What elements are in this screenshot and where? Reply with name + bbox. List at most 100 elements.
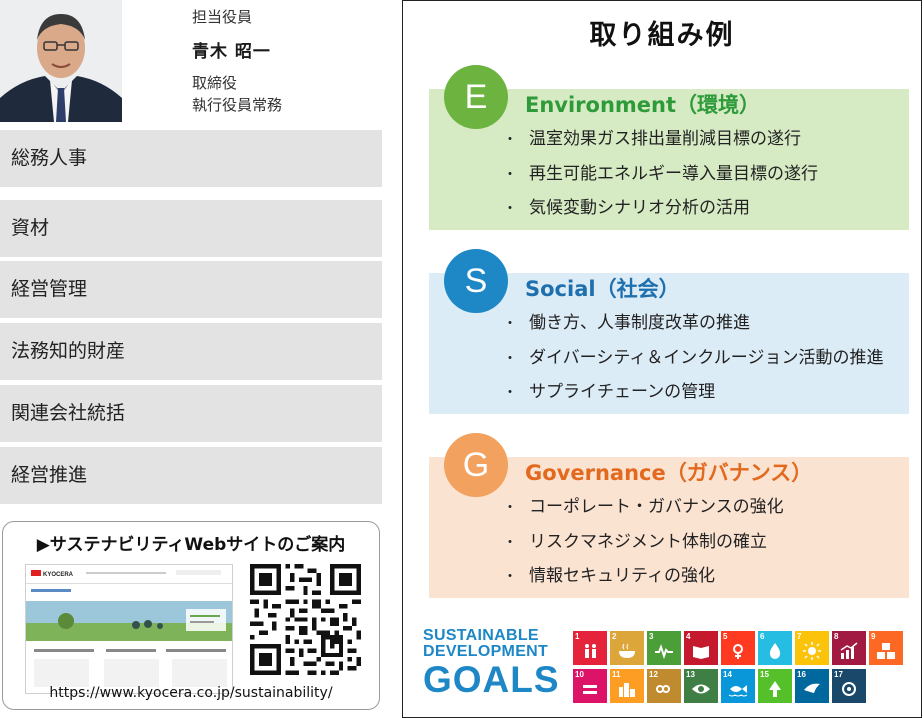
- department-item: 関連会社統括: [0, 385, 382, 442]
- sdg-goal-12-tile: 12: [647, 669, 681, 703]
- sdg-goal-number: 4: [686, 632, 691, 641]
- bullet: ・: [503, 201, 517, 217]
- sdg-goal-16-tile: 16: [795, 669, 829, 703]
- sdgs-goal-grid: 1 2 3 4 5 6 7 8 9 10 11 12 13 14 15 16 17: [573, 631, 903, 703]
- environment-section: E Environment（環境） ・温室効果ガス排出量削減目標の遂行 ・再生可…: [429, 65, 909, 230]
- item-text: ダイバーシティ＆インクルージョン活動の推進: [529, 347, 884, 368]
- executive-role-label: 担当役員: [192, 8, 253, 26]
- item-text: サプライチェーンの管理: [529, 382, 716, 402]
- governance-heading: Governance（ガバナンス）: [525, 461, 813, 485]
- list-item: ・コーポレート・ガバナンスの強化: [503, 491, 784, 526]
- list-item: ・情報セキュリティの強化: [503, 560, 784, 595]
- initiatives-panel: 取り組み例 E Environment（環境） ・温室効果ガス排出量削減目標の遂…: [402, 0, 922, 718]
- sdgs-logo: SUSTAINABLE DEVELOPMENT GOALS: [423, 627, 560, 700]
- sdg-goal-number: 6: [760, 632, 765, 641]
- environment-item-list: ・温室効果ガス排出量削減目標の遂行 ・再生可能エネルギー導入量目標の遂行 ・気候…: [503, 123, 818, 227]
- sdg-goal-number: 16: [797, 670, 806, 679]
- sdg-goal-number: 7: [797, 632, 802, 641]
- environment-letter-badge: E: [444, 65, 508, 129]
- bullet: ・: [503, 132, 517, 148]
- bullet: ・: [503, 350, 517, 367]
- social-item-list: ・働き方、人事制度改革の推進 ・ダイバーシティ＆インクルージョン活動の推進 ・サ…: [503, 307, 883, 411]
- sdg-goal-3-tile: 3: [647, 631, 681, 665]
- executive-portrait-image: [0, 0, 122, 122]
- executive-titles: 取締役 執行役員常務: [192, 72, 282, 116]
- website-url-link[interactable]: https://www.kyocera.co.jp/sustainability…: [3, 685, 379, 701]
- sdg-goal-6-tile: 6: [758, 631, 792, 665]
- bullet: ・: [503, 569, 517, 585]
- social-heading: Social（社会）: [525, 277, 680, 301]
- governance-section: G Governance（ガバナンス） ・コーポレート・ガバナンスの強化 ・リス…: [429, 433, 909, 598]
- sdg-goal-number: 5: [723, 632, 728, 641]
- website-guide-heading: ▶サステナビリティWebサイトのご案内: [36, 535, 346, 555]
- sdg-goal-number: 15: [760, 670, 769, 679]
- list-item: ・働き方、人事制度改革の推進: [503, 307, 883, 342]
- sdgs-logo-line: GOALS: [423, 659, 560, 700]
- sdg-goal-9-tile: 9: [869, 631, 903, 665]
- sdg-goal-11-tile: 11: [610, 669, 644, 703]
- bullet: ・: [503, 500, 517, 516]
- sdg-goal-7-tile: 7: [795, 631, 829, 665]
- list-item: ・気候変動シナリオ分析の活用: [503, 192, 818, 227]
- bullet: ・: [503, 385, 517, 401]
- sdg-goal-number: 14: [723, 670, 732, 679]
- department-item: 経営推進: [0, 447, 382, 504]
- executive-photo: [0, 0, 122, 122]
- sdg-goal-2-tile: 2: [610, 631, 644, 665]
- executive-title: 取締役: [192, 74, 238, 92]
- list-item: ・温室効果ガス排出量削減目標の遂行: [503, 123, 818, 158]
- item-text: リスクマネジメント体制の確立: [529, 531, 767, 552]
- thumbnail-brand: KYOCERA: [43, 572, 74, 578]
- bullet: ・: [503, 166, 517, 183]
- sdg-goal-number: 11: [612, 670, 621, 679]
- executive-name: 青木 昭一: [192, 42, 271, 62]
- sdg-goal-number: 8: [834, 632, 839, 641]
- list-item: ・リスクマネジメント体制の確立: [503, 526, 784, 561]
- sdg-goal-number: 3: [649, 632, 654, 641]
- item-text: 再生可能エネルギー導入量目標の遂行: [529, 163, 818, 184]
- governance-item-list: ・コーポレート・ガバナンスの強化 ・リスクマネジメント体制の確立 ・情報セキュリ…: [503, 491, 784, 595]
- website-thumbnail[interactable]: KYOCERA: [25, 564, 233, 694]
- department-item: 資材: [0, 200, 382, 257]
- sdg-goal-1-tile: 1: [573, 631, 607, 665]
- governance-letter-badge: G: [444, 433, 508, 497]
- sdg-goal-14-tile: 14: [721, 669, 755, 703]
- sdg-goal-number: 17: [834, 670, 843, 679]
- sdg-goal-15-tile: 15: [758, 669, 792, 703]
- department-item: 経営管理: [0, 261, 382, 318]
- environment-heading: Environment（環境）: [525, 93, 761, 117]
- website-guide-box: ▶サステナビリティWebサイトのご案内 KYOCERA https://www.…: [2, 521, 380, 710]
- sdg-goal-17-tile: 17: [832, 669, 866, 703]
- sdg-goal-5-tile: 5: [721, 631, 755, 665]
- item-text: 気候変動シナリオ分析の活用: [529, 198, 750, 218]
- sdg-goal-number: 1: [575, 632, 580, 641]
- sdg-goal-number: 10: [575, 670, 584, 679]
- department-item: 総務人事: [0, 130, 382, 187]
- item-text: 温室効果ガス排出量削減目標の遂行: [529, 129, 801, 149]
- sdg-goal-4-tile: 4: [684, 631, 718, 665]
- sdgs-logo-line: SUSTAINABLE: [423, 627, 539, 644]
- sdgs-logo-line: DEVELOPMENT: [423, 643, 549, 660]
- sdg-goal-number: 2: [612, 632, 617, 641]
- panel-title: 取り組み例: [589, 20, 735, 51]
- sdg-goal-13-tile: 13: [684, 669, 718, 703]
- qr-code-icon[interactable]: [250, 564, 361, 675]
- sdg-goal-10-tile: 10: [573, 669, 607, 703]
- item-text: コーポレート・ガバナンスの強化: [529, 497, 784, 517]
- sdg-goal-number: 12: [649, 670, 658, 679]
- social-section: S Social（社会） ・働き方、人事制度改革の推進 ・ダイバーシティ＆インク…: [429, 249, 909, 414]
- list-item: ・ダイバーシティ＆インクルージョン活動の推進: [503, 342, 883, 377]
- item-text: 働き方、人事制度改革の推進: [529, 313, 750, 333]
- executive-info: 担当役員 青木 昭一 取締役 執行役員常務: [192, 6, 282, 116]
- list-item: ・サプライチェーンの管理: [503, 376, 883, 411]
- executive-title: 執行役員常務: [192, 96, 283, 114]
- bullet: ・: [503, 316, 517, 332]
- sdg-goal-8-tile: 8: [832, 631, 866, 665]
- department-item: 法務知的財産: [0, 323, 382, 380]
- list-item: ・再生可能エネルギー導入量目標の遂行: [503, 158, 818, 193]
- bullet: ・: [503, 534, 517, 551]
- item-text: 情報セキュリティの強化: [529, 566, 715, 586]
- sdg-goal-number: 13: [686, 670, 695, 679]
- sdg-goal-number: 9: [871, 632, 876, 641]
- website-screenshot-image: KYOCERA: [26, 565, 232, 693]
